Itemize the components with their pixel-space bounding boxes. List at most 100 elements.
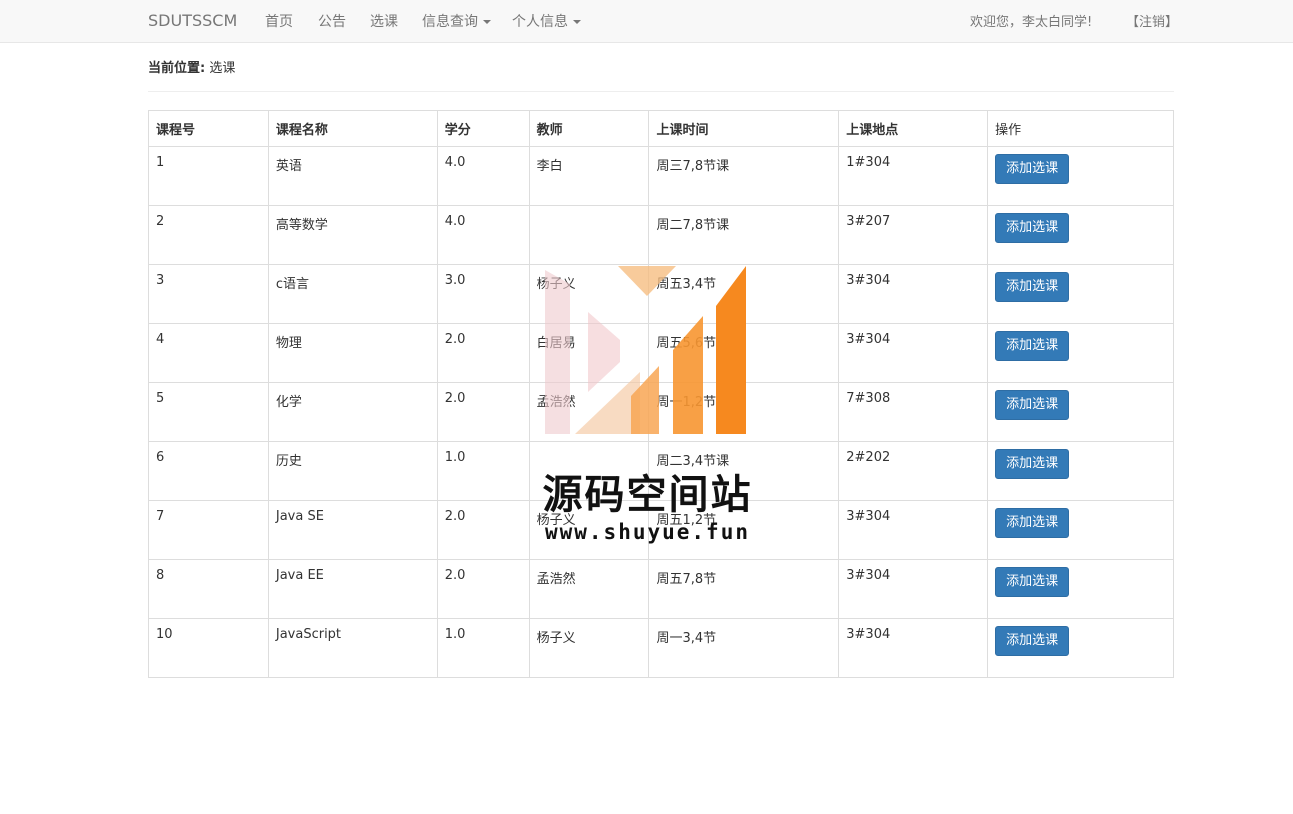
add-course-button[interactable]: 添加选课 xyxy=(995,390,1070,420)
cell-course-name: JavaScript xyxy=(267,618,438,678)
header-course-id: 课程号 xyxy=(148,110,269,147)
cell-credit: 4.0 xyxy=(436,205,530,265)
add-course-button[interactable]: 添加选课 xyxy=(995,154,1070,184)
cell-action: 添加选课 xyxy=(987,264,1174,324)
cell-credit: 1.0 xyxy=(436,441,530,501)
cell-location: 3#207 xyxy=(838,205,989,265)
table-row: 1 英语 4.0 李白 周三7,8节课 1#304 添加选课 xyxy=(148,146,1174,206)
caret-down-icon xyxy=(573,20,581,24)
header-course-name: 课程名称 xyxy=(267,110,438,147)
cell-teacher: 李白 xyxy=(528,146,650,206)
breadcrumb-label: 当前位置: xyxy=(148,61,206,76)
header-time: 上课时间 xyxy=(648,110,840,147)
cell-location: 3#304 xyxy=(838,618,989,678)
cell-course-name: 高等数学 xyxy=(267,205,438,265)
cell-location: 3#304 xyxy=(838,500,989,560)
table-row: 5 化学 2.0 孟浩然 周一1,2节 7#308 添加选课 xyxy=(148,382,1174,442)
cell-course-id: 7 xyxy=(148,500,269,560)
table-row: 4 物理 2.0 白居易 周五5,6节 3#304 添加选课 xyxy=(148,323,1174,383)
cell-credit: 2.0 xyxy=(436,559,530,619)
nav-personal-info-dropdown[interactable]: 个人信息 xyxy=(512,11,581,31)
cell-course-id: 6 xyxy=(148,441,269,501)
add-course-button[interactable]: 添加选课 xyxy=(995,567,1070,597)
cell-location: 1#304 xyxy=(838,146,989,206)
caret-down-icon xyxy=(483,20,491,24)
cell-course-id: 10 xyxy=(148,618,269,678)
header-teacher: 教师 xyxy=(528,110,650,147)
top-navbar: SDUTSSCM 首页 公告 选课 信息查询 个人信息 欢迎您，李太白同学! 【… xyxy=(0,0,1293,43)
cell-course-id: 3 xyxy=(148,264,269,324)
cell-teacher: 杨子义 xyxy=(528,618,650,678)
cell-credit: 2.0 xyxy=(436,323,530,383)
add-course-button[interactable]: 添加选课 xyxy=(995,626,1070,656)
cell-course-name: 物理 xyxy=(267,323,438,383)
cell-course-name: 历史 xyxy=(267,441,438,501)
cell-teacher xyxy=(528,205,650,265)
add-course-button[interactable]: 添加选课 xyxy=(995,213,1070,243)
add-course-button[interactable]: 添加选课 xyxy=(995,449,1070,479)
cell-time: 周五5,6节 xyxy=(648,323,840,383)
cell-teacher: 杨子义 xyxy=(528,500,650,560)
cell-course-id: 4 xyxy=(148,323,269,383)
course-table: 课程号 课程名称 学分 教师 上课时间 上课地点 操作 1 英语 4.0 李白 … xyxy=(148,110,1174,678)
header-location: 上课地点 xyxy=(838,110,989,147)
cell-action: 添加选课 xyxy=(987,323,1174,383)
table-row: 10 JavaScript 1.0 杨子义 周一3,4节 3#304 添加选课 xyxy=(148,618,1174,678)
cell-location: 3#304 xyxy=(838,559,989,619)
cell-course-name: c语言 xyxy=(267,264,438,324)
cell-location: 3#304 xyxy=(838,323,989,383)
cell-action: 添加选课 xyxy=(987,205,1174,265)
divider xyxy=(148,91,1174,92)
cell-credit: 4.0 xyxy=(436,146,530,206)
table-row: 6 历史 1.0 周二3,4节课 2#202 添加选课 xyxy=(148,441,1174,501)
cell-action: 添加选课 xyxy=(987,618,1174,678)
cell-teacher: 白居易 xyxy=(528,323,650,383)
logout-link[interactable]: 【注销】 xyxy=(1126,11,1178,30)
cell-action: 添加选课 xyxy=(987,441,1174,501)
cell-teacher xyxy=(528,441,650,501)
welcome-text: 欢迎您，李太白同学! xyxy=(970,15,1093,30)
table-header-row: 课程号 课程名称 学分 教师 上课时间 上课地点 操作 xyxy=(148,110,1174,147)
cell-course-name: 化学 xyxy=(267,382,438,442)
cell-time: 周二3,4节课 xyxy=(648,441,840,501)
cell-teacher: 孟浩然 xyxy=(528,559,650,619)
header-action: 操作 xyxy=(987,110,1174,147)
cell-time: 周一3,4节 xyxy=(648,618,840,678)
cell-action: 添加选课 xyxy=(987,559,1174,619)
cell-course-name: 英语 xyxy=(267,146,438,206)
table-row: 3 c语言 3.0 杨子义 周五3,4节 3#304 添加选课 xyxy=(148,264,1174,324)
cell-location: 2#202 xyxy=(838,441,989,501)
cell-credit: 1.0 xyxy=(436,618,530,678)
cell-credit: 2.0 xyxy=(436,382,530,442)
cell-course-id: 5 xyxy=(148,382,269,442)
cell-location: 3#304 xyxy=(838,264,989,324)
cell-time: 周三7,8节课 xyxy=(648,146,840,206)
table-row: 7 Java SE 2.0 杨子义 周五1,2节 3#304 添加选课 xyxy=(148,500,1174,560)
cell-location: 7#308 xyxy=(838,382,989,442)
cell-time: 周五3,4节 xyxy=(648,264,840,324)
cell-course-id: 8 xyxy=(148,559,269,619)
nav-personal-info-label: 个人信息 xyxy=(512,14,568,30)
cell-action: 添加选课 xyxy=(987,146,1174,206)
nav-home[interactable]: 首页 xyxy=(265,11,293,31)
cell-course-name: Java EE xyxy=(267,559,438,619)
nav-announcement[interactable]: 公告 xyxy=(318,11,346,31)
cell-course-id: 1 xyxy=(148,146,269,206)
brand-link[interactable]: SDUTSSCM xyxy=(148,11,237,30)
cell-time: 周五7,8节 xyxy=(648,559,840,619)
table-row: 2 高等数学 4.0 周二7,8节课 3#207 添加选课 xyxy=(148,205,1174,265)
add-course-button[interactable]: 添加选课 xyxy=(995,508,1070,538)
add-course-button[interactable]: 添加选课 xyxy=(995,272,1070,302)
nav-info-query-label: 信息查询 xyxy=(422,14,478,30)
cell-course-id: 2 xyxy=(148,205,269,265)
nav-info-query-dropdown[interactable]: 信息查询 xyxy=(422,11,491,31)
breadcrumb: 当前位置: 选课 xyxy=(148,57,235,76)
nav-course-selection[interactable]: 选课 xyxy=(370,11,398,31)
cell-time: 周五1,2节 xyxy=(648,500,840,560)
table-row: 8 Java EE 2.0 孟浩然 周五7,8节 3#304 添加选课 xyxy=(148,559,1174,619)
header-credit: 学分 xyxy=(436,110,530,147)
breadcrumb-current: 选课 xyxy=(209,61,236,76)
add-course-button[interactable]: 添加选课 xyxy=(995,331,1070,361)
cell-credit: 3.0 xyxy=(436,264,530,324)
cell-course-name: Java SE xyxy=(267,500,438,560)
